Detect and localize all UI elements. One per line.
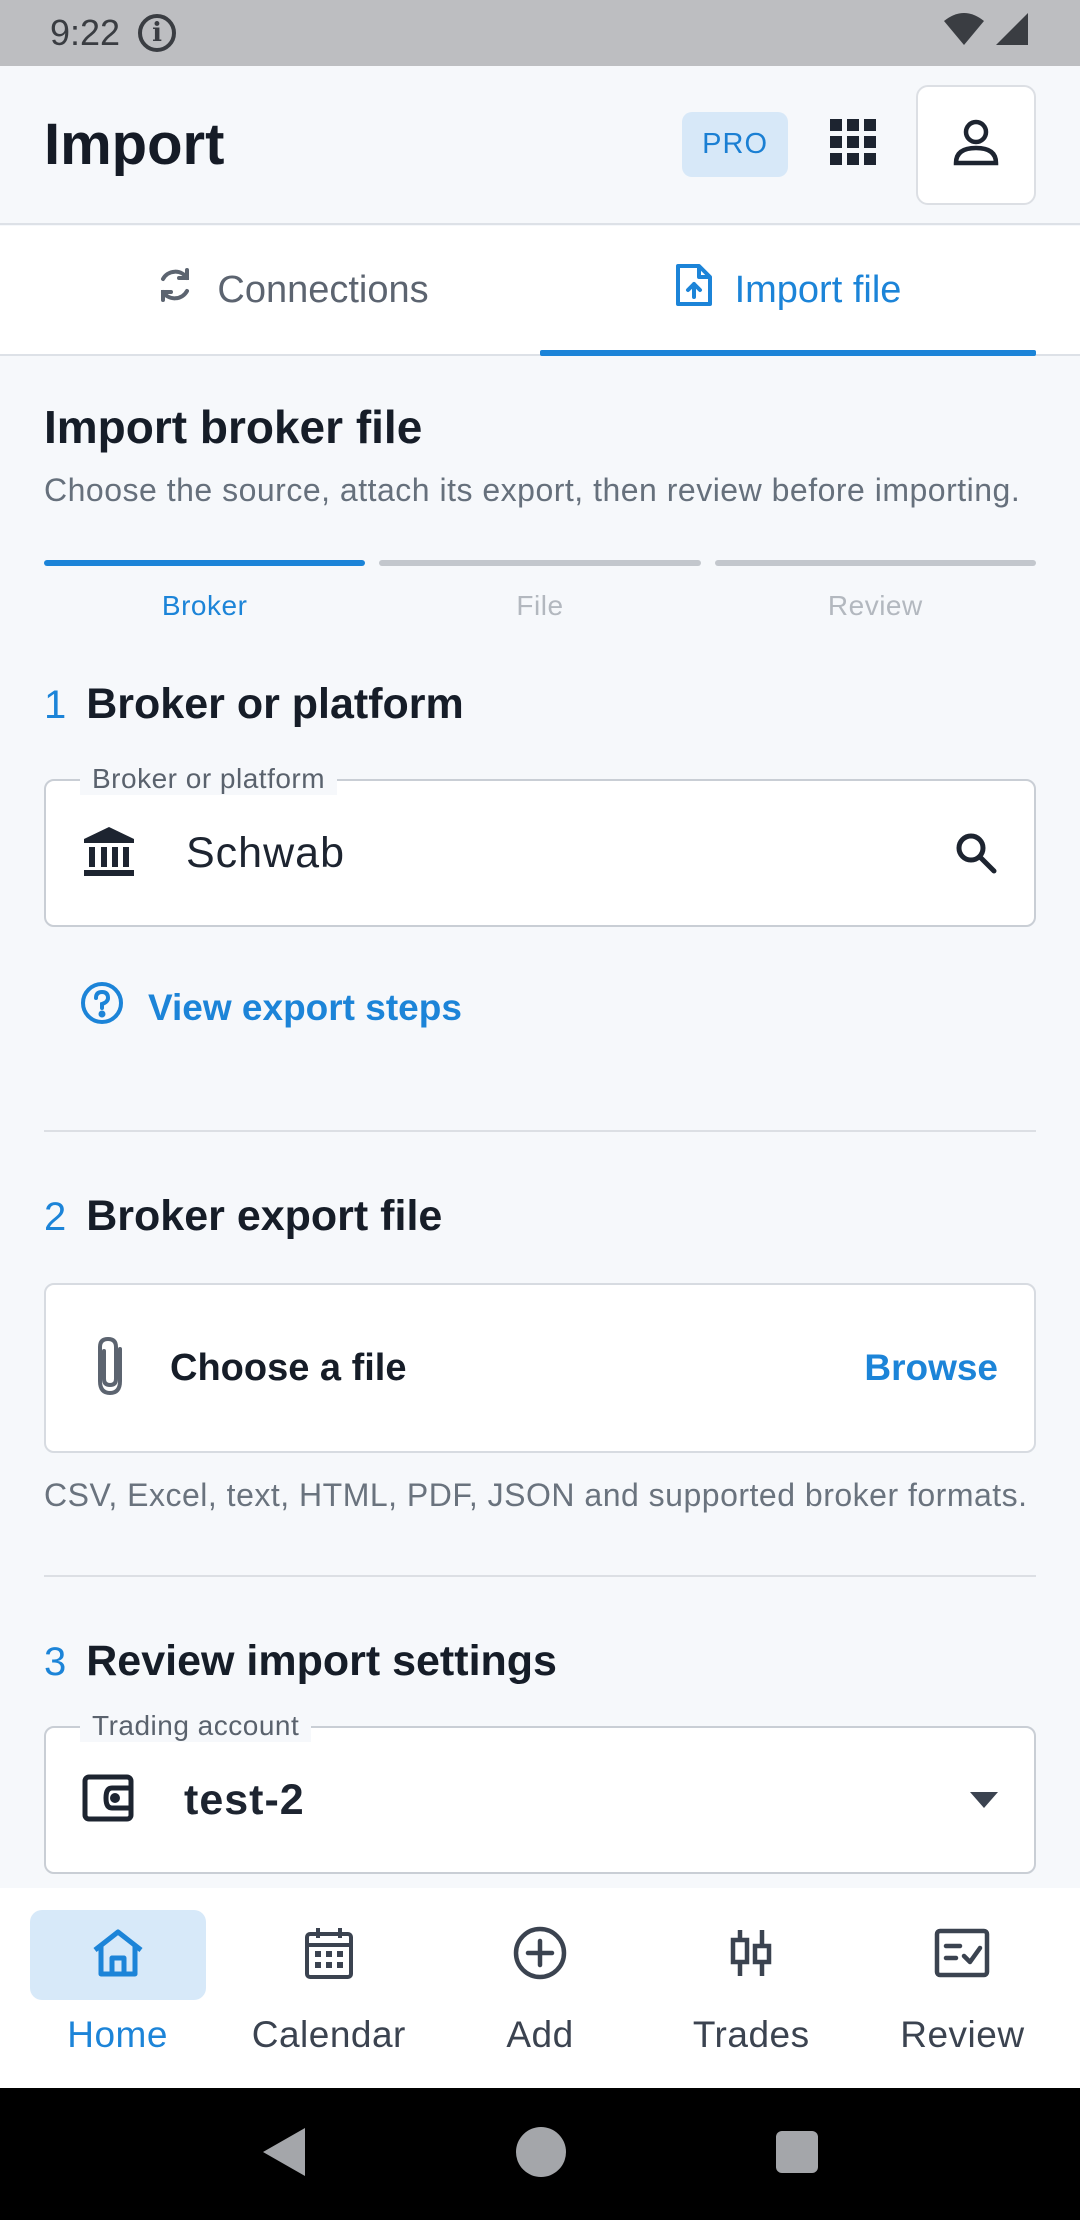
section-number: 1 — [44, 683, 67, 727]
signal-icon — [994, 11, 1030, 56]
wifi-icon — [942, 11, 986, 56]
section-title: Broker or platform — [86, 680, 464, 728]
section-title: Review import settings — [86, 1637, 557, 1685]
paperclip-icon — [90, 1335, 130, 1402]
step-review: Review — [714, 560, 1036, 622]
person-icon — [951, 117, 1001, 172]
field-label: Broker or platform — [80, 763, 338, 795]
view-export-steps-link[interactable]: View export steps — [80, 981, 1036, 1034]
page-title: Import — [44, 112, 225, 177]
nav-home[interactable]: Home — [12, 1910, 223, 2088]
apps-grid-icon — [830, 119, 876, 170]
status-time: 9:22 — [50, 12, 121, 53]
broker-select-field[interactable]: Broker or platform Schwab — [44, 763, 1036, 927]
apps-grid-button[interactable] — [818, 110, 888, 180]
nav-icon-wrap — [452, 1910, 628, 2000]
chevron-down-icon[interactable] — [970, 1792, 998, 1808]
section-broker-heading: 1 Broker or platform — [44, 680, 1036, 729]
nav-label: Review — [900, 2014, 1025, 2055]
step-bar — [714, 560, 1036, 566]
system-nav-bar — [0, 2088, 1080, 2220]
intro-description: Choose the source, attach its export, th… — [44, 472, 1021, 508]
nav-label: Home — [67, 2014, 168, 2055]
section-number: 2 — [44, 1195, 67, 1239]
step-bar — [379, 560, 701, 566]
section-settings-heading: 3 Review import settings — [44, 1637, 1036, 1686]
nav-label: Add — [506, 2014, 574, 2055]
sync-icon — [155, 265, 195, 315]
progress-stepper: Broker File Review — [44, 560, 1036, 622]
calendar-icon — [304, 1926, 354, 1985]
search-icon[interactable] — [954, 831, 998, 875]
trading-account-select[interactable]: Trading account test-2 — [44, 1710, 1036, 1874]
nav-icon-wrap — [874, 1910, 1050, 2000]
nav-trades[interactable]: Trades — [646, 1910, 857, 2088]
add-circle-icon — [512, 1925, 568, 1986]
app-header: Import PRO — [0, 66, 1080, 225]
tab-import-file-label: Import file — [734, 268, 902, 311]
candlestick-icon — [728, 1928, 774, 1983]
step-file: File — [379, 560, 701, 622]
nav-add[interactable]: Add — [434, 1910, 645, 2088]
divider — [44, 1575, 1036, 1577]
review-checklist-icon — [934, 1928, 990, 1983]
file-upload-icon — [675, 263, 713, 317]
status-bar: 9:22 i — [0, 0, 1080, 66]
back-icon[interactable] — [261, 2126, 307, 2183]
nav-calendar[interactable]: Calendar — [223, 1910, 434, 2088]
step-bar — [44, 560, 366, 566]
help-circle-icon — [80, 981, 124, 1034]
nav-icon-wrap — [29, 1910, 206, 2000]
browse-button[interactable]: Browse — [864, 1347, 998, 1389]
home-icon — [91, 1928, 145, 1983]
section-file-heading: 2 Broker export file — [44, 1192, 1036, 1241]
wallet-icon — [82, 1774, 134, 1827]
nav-label: Calendar — [251, 2014, 406, 2055]
nav-review[interactable]: Review — [857, 1910, 1068, 2088]
tab-bar: Connections Import file — [0, 226, 1080, 356]
section-number: 3 — [44, 1640, 67, 1684]
file-format-hint: CSV, Excel, text, HTML, PDF, JSON and su… — [44, 1477, 1028, 1513]
profile-button[interactable] — [916, 84, 1036, 205]
choose-file-label: Choose a file — [170, 1346, 407, 1389]
home-circle-icon[interactable] — [515, 2126, 567, 2183]
import-form: Import broker file Choose the source, at… — [44, 356, 1036, 1874]
link-label: View export steps — [148, 986, 462, 1028]
bottom-navigation: Home Calendar Add Trades Review — [0, 1888, 1080, 2088]
tab-connections-label: Connections — [217, 268, 429, 311]
nav-icon-wrap — [663, 1910, 839, 2000]
intro-title: Import broker file — [44, 401, 423, 453]
file-dropzone[interactable]: Choose a file Browse — [44, 1283, 1036, 1453]
tab-connections[interactable]: Connections — [0, 226, 540, 354]
step-broker: Broker — [44, 560, 366, 622]
step-label: Review — [827, 590, 923, 621]
tab-import-file[interactable]: Import file — [540, 226, 1036, 356]
divider — [44, 1130, 1036, 1132]
pro-badge[interactable]: PRO — [682, 112, 788, 177]
field-label: Trading account — [80, 1710, 312, 1742]
nav-icon-wrap — [241, 1910, 417, 2000]
info-icon: i — [138, 14, 177, 52]
broker-value: Schwab — [186, 828, 345, 877]
nav-label: Trades — [692, 2014, 810, 2055]
step-label: File — [516, 590, 564, 621]
account-value: test-2 — [184, 1775, 305, 1824]
section-title: Broker export file — [86, 1192, 443, 1240]
bank-icon — [82, 825, 136, 882]
step-label: Broker — [161, 590, 248, 621]
recents-icon[interactable] — [775, 2130, 819, 2179]
